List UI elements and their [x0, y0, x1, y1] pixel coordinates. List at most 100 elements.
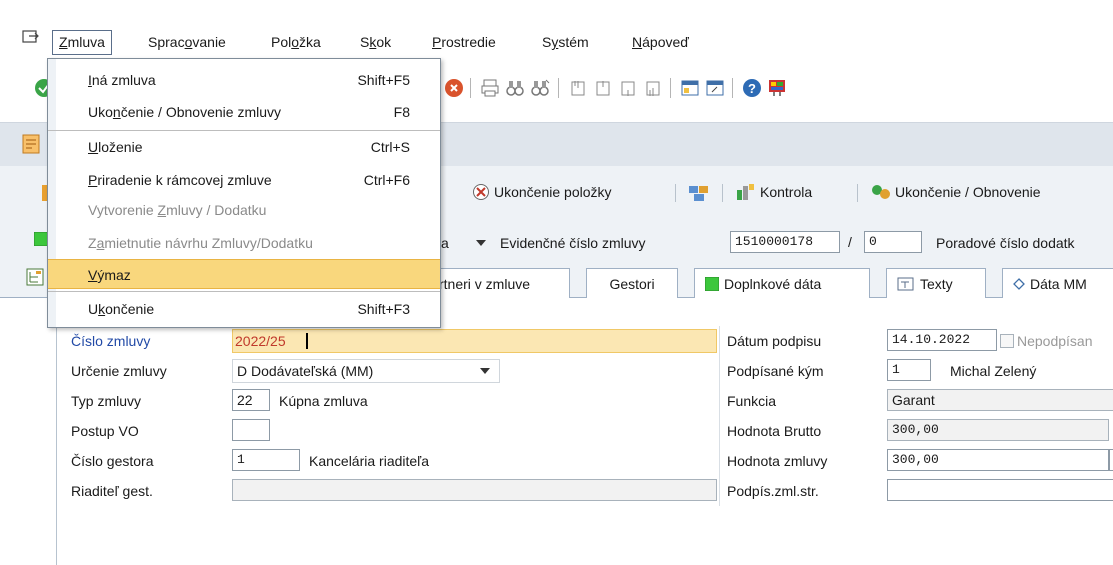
renew-icon	[872, 185, 890, 199]
podpis-zml-str-field[interactable]	[887, 479, 1113, 501]
menu-zmluva[interactable]: Zmluva	[52, 30, 112, 55]
menu-napoveda[interactable]: Nápoveď	[632, 34, 689, 50]
tab-texty-label: Texty	[920, 275, 953, 292]
riaditel-gest-field	[232, 479, 717, 501]
menu-bar: Zmluva Spracovanie Položka Skok Prostred…	[0, 26, 1113, 58]
evidencne-cislo-field[interactable]: 1510000178	[730, 231, 840, 253]
hodnota-brutto-label: Hodnota Brutto	[727, 423, 822, 439]
dropdown-arrow-icon	[480, 368, 490, 374]
toolbar-separator	[732, 78, 733, 98]
menu-item-ukoncenie-obnovenie[interactable]: Ukončenie / Obnovenie zmluvy F8	[48, 97, 440, 127]
toolbar-separator	[470, 78, 471, 98]
row-cislo-zmluvy: Číslo zmluvy 2022/25 Dátum podpisu 14.10…	[57, 326, 1113, 356]
column-divider	[719, 476, 720, 506]
shortcut-label: Ctrl+S	[370, 139, 410, 155]
menu-prostredie[interactable]: Prostredie	[432, 34, 496, 50]
menu-polozka[interactable]: Položka	[271, 34, 321, 50]
appbar-separator	[722, 184, 723, 202]
doplnkove-icon	[705, 276, 719, 291]
menu-item-zamietnutie: Zamietnutie návrhu Zmluvy/Dodatku	[88, 235, 313, 251]
cislo-gestora-field[interactable]: 1	[232, 449, 300, 471]
datum-podpisu-field[interactable]: 14.10.2022	[887, 329, 997, 351]
print-icon[interactable]	[480, 78, 500, 98]
system-menu-icon[interactable]	[22, 29, 40, 45]
create-session-icon[interactable]	[680, 78, 700, 98]
kontrola-button[interactable]: Kontrola	[736, 183, 812, 201]
shortcut-label: Shift+F3	[357, 301, 410, 317]
terminate-item-icon	[473, 184, 489, 200]
dropdown-arrow-icon[interactable]	[475, 238, 487, 248]
currency-field[interactable]	[1109, 449, 1113, 471]
shortcut-label: Ctrl+F6	[363, 172, 410, 188]
ukoncenie-obnovenie-button[interactable]: Ukončenie / Obnovenie	[871, 183, 1041, 201]
tab-partneri[interactable]: rtneri v zmluve	[428, 268, 570, 298]
toolbar-separator	[558, 78, 559, 98]
shortcut-label: Shift+F5	[357, 72, 410, 88]
column-divider	[719, 326, 720, 356]
cislo-zmluvy-field[interactable]: 2022/25	[232, 329, 717, 353]
postup-vo-field[interactable]	[232, 419, 270, 441]
next-page-icon[interactable]	[618, 78, 638, 98]
urcenie-zmluvy-label: Určenie zmluvy	[71, 363, 167, 379]
tab-gestori-label: Gestori	[609, 275, 655, 292]
column-divider	[719, 386, 720, 416]
menu-spracovanie[interactable]: Spracovanie	[148, 34, 226, 50]
appbar-separator	[675, 184, 676, 202]
menu-item-ina-zmluva[interactable]: Iná zmluva Shift+F5	[48, 65, 440, 95]
tab-texty[interactable]: Texty	[886, 268, 986, 298]
text-cursor	[306, 333, 308, 349]
podpisane-kym-label: Podpísané kým	[727, 363, 824, 379]
menu-item-ukoncenie[interactable]: Ukončenie Shift+F3	[48, 294, 440, 324]
menu-item-priradenie[interactable]: Priradenie k rámcovej zmluve Ctrl+F6	[48, 165, 440, 195]
svg-text:?: ?	[748, 81, 756, 96]
evidencne-cislo-label: Evidenčné číslo zmluvy	[500, 235, 646, 251]
hodnota-zmluvy-field[interactable]: 300,00	[887, 449, 1109, 471]
status-green-icon	[34, 232, 48, 246]
menu-item-vymaz[interactable]: Výmaz	[48, 259, 440, 289]
typ-zmluvy-field[interactable]: 22	[232, 389, 270, 411]
dodatok-field[interactable]: 0	[864, 231, 922, 253]
first-page-icon[interactable]	[568, 78, 588, 98]
find-icon[interactable]	[505, 78, 525, 98]
row-urcenie: Určenie zmluvy D Dodávateľská (MM) Podpí…	[57, 356, 1113, 386]
cancel-icon[interactable]	[444, 78, 464, 98]
row-postup: Postup VO Hodnota Brutto 300,00	[57, 416, 1113, 446]
shortcut-icon[interactable]	[705, 78, 725, 98]
menu-system[interactable]: Systém	[542, 34, 589, 50]
cislo-gestora-label: Číslo gestora	[71, 453, 154, 469]
transport-icon[interactable]	[688, 183, 710, 203]
funkcia-field: Garant	[887, 389, 1113, 411]
tab-gestori[interactable]: Gestori	[586, 268, 678, 298]
ukoncenie-polozky-button[interactable]: Ukončenie položky	[472, 183, 612, 201]
postup-vo-label: Postup VO	[71, 423, 139, 439]
menu-skok[interactable]: Skok	[360, 34, 391, 50]
podpisane-kym-field[interactable]: 1	[887, 359, 931, 381]
contract-form: Číslo zmluvy 2022/25 Dátum podpisu 14.10…	[56, 298, 1113, 565]
tab-data-mm-label: Dáta MM	[1030, 275, 1087, 292]
menu-separator	[48, 130, 440, 131]
tab-data-mm[interactable]: Dáta MM	[1002, 268, 1113, 298]
header-partial-value: a	[441, 235, 449, 251]
shortcut-label: F8	[393, 104, 410, 120]
appbar-separator	[857, 184, 858, 202]
menu-separator	[48, 291, 440, 292]
help-icon[interactable]: ?	[742, 78, 762, 98]
menu-item-ulozenie[interactable]: Uloženie Ctrl+S	[48, 132, 440, 162]
cislo-gestora-text: Kancelária riaditeľa	[309, 453, 430, 469]
tree-icon[interactable]	[26, 268, 44, 286]
funkcia-label: Funkcia	[727, 393, 777, 409]
riaditel-gest-label: Riaditeľ gest.	[71, 483, 153, 499]
row-riaditel: Riaditeľ gest. Podpís.zml.str.	[57, 476, 1113, 506]
urcenie-zmluvy-select[interactable]: D Dodávateľská (MM)	[232, 359, 500, 383]
previous-page-icon[interactable]	[593, 78, 613, 98]
typ-zmluvy-label: Typ zmluvy	[71, 393, 142, 409]
cislo-zmluvy-value: 2022/25	[235, 333, 286, 349]
last-page-icon[interactable]	[643, 78, 663, 98]
find-next-icon[interactable]	[530, 78, 550, 98]
row-gestor: Číslo gestora 1 Kancelária riaditeľa Hod…	[57, 446, 1113, 476]
cislo-zmluvy-label[interactable]: Číslo zmluvy	[71, 333, 150, 349]
nepodpisana-checkbox[interactable]	[1000, 334, 1014, 348]
text-icon	[897, 277, 914, 290]
tab-doplnkove-data[interactable]: Doplnkové dáta	[694, 268, 870, 298]
layout-menu-icon[interactable]	[767, 78, 787, 98]
